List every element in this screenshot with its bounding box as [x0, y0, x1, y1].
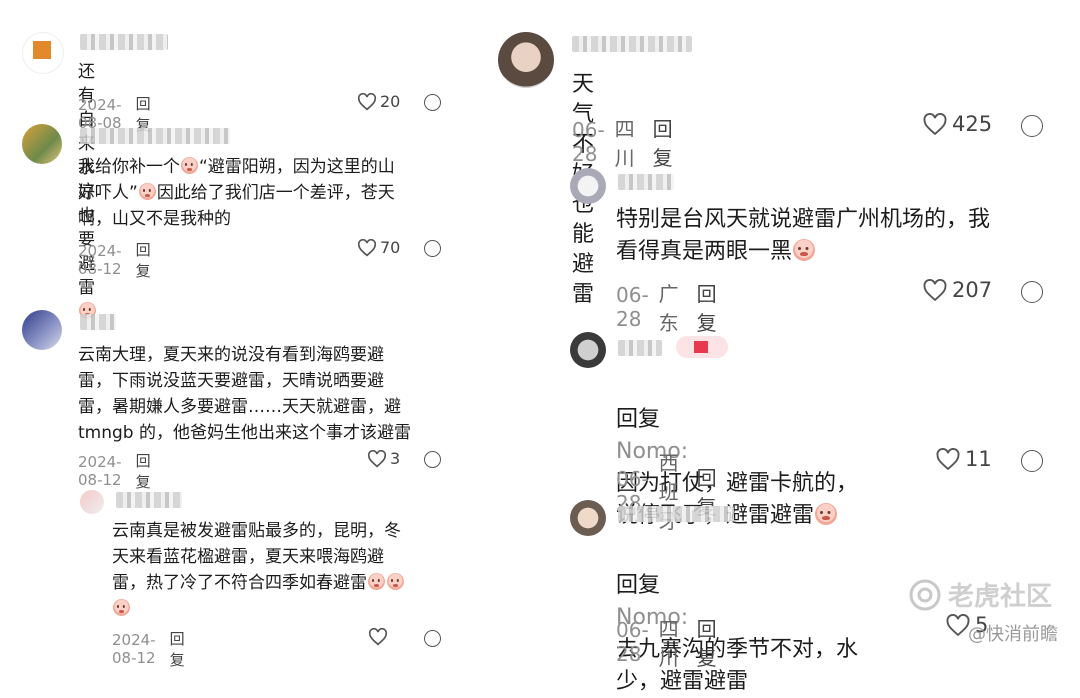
- avatar[interactable]: [498, 32, 554, 88]
- reply-prefix: 回复: [616, 573, 661, 598]
- comment-text-body: 云南真是被发避雷贴最多的，昆明，冬 天来看蓝花楹避雷，夏天来喂海鸥避 雷，热了冷…: [112, 521, 401, 593]
- watermark-brand: 老虎社区: [948, 582, 1053, 612]
- comment-meta: 06-28 四川 回复: [616, 613, 717, 671]
- like-button[interactable]: 3: [367, 449, 400, 468]
- avatar[interactable]: [570, 168, 606, 204]
- crying-emoji-icon: [815, 502, 838, 525]
- like-count: 207: [952, 278, 993, 302]
- like-button[interactable]: 20: [357, 92, 400, 111]
- reply-button[interactable]: 回复: [697, 278, 717, 336]
- comment-meta: 2024-08-12 回复: [112, 628, 185, 670]
- comment-meta: 2024-08-12 回复: [78, 239, 151, 281]
- comment-date: 2024-08-08: [78, 96, 122, 132]
- comment-date: 06-28: [572, 118, 605, 166]
- comment-text: 云南真是被发避雷贴最多的，昆明，冬 天来看蓝花楹避雷，夏天来喂海鸥避 雷，热了冷…: [112, 518, 452, 622]
- heart-icon: [368, 628, 388, 646]
- username-blurred[interactable]: [618, 174, 674, 190]
- like-count: 3: [390, 449, 401, 468]
- avatar[interactable]: [22, 32, 64, 74]
- like-button[interactable]: [368, 628, 388, 646]
- tiger-logo-icon: [909, 579, 941, 610]
- avatar[interactable]: [22, 310, 62, 350]
- dislike-icon[interactable]: [424, 451, 441, 468]
- comment-date: 2024-08-12: [112, 631, 156, 667]
- like-count: 70: [380, 238, 401, 257]
- crying-emoji-icon: [387, 573, 404, 591]
- comment-text: 我给你补一个 “避雷阳朔，因为这里的山 好吓人” 因此给了我们店一个差评，苍天 啊，…: [78, 154, 448, 232]
- user-badge: [676, 336, 728, 358]
- crying-emoji-icon: [138, 183, 156, 201]
- like-button[interactable]: 11: [935, 447, 992, 471]
- dislike-icon[interactable]: [424, 94, 441, 111]
- comment-meta: 06-28 四川 回复: [572, 113, 673, 171]
- username-blurred[interactable]: [80, 128, 230, 144]
- comment-region: 四川: [658, 617, 679, 670]
- dislike-icon[interactable]: [1021, 450, 1043, 472]
- avatar[interactable]: [22, 124, 62, 164]
- comment-text-a: 我给你补一个: [78, 157, 180, 177]
- username-blurred[interactable]: [80, 34, 168, 50]
- heart-icon: [357, 92, 377, 110]
- heart-icon: [936, 447, 960, 470]
- username-blurred[interactable]: [572, 36, 692, 52]
- username-blurred[interactable]: [80, 314, 116, 330]
- comment-meta: 2024-08-12 回复: [78, 450, 151, 492]
- username-blurred[interactable]: [618, 506, 734, 522]
- comment-date: 06-28: [616, 618, 649, 666]
- dislike-icon[interactable]: [1021, 281, 1043, 303]
- reply-button[interactable]: 回复: [136, 450, 151, 492]
- crying-emoji-icon: [368, 573, 385, 591]
- comment-text: 云南大理，夏天来的说没有看到海鸥要避 雷，下雨说没蓝天要避雷，天晴说晒要避 雷，…: [78, 345, 411, 443]
- dislike-icon[interactable]: [1021, 115, 1043, 137]
- heart-icon: [923, 112, 947, 135]
- username-blurred[interactable]: [116, 492, 182, 508]
- like-count: 20: [380, 92, 401, 111]
- comment-date: 2024-08-12: [78, 242, 122, 278]
- username-blurred[interactable]: [618, 340, 662, 356]
- comment-text: 特别是台风天就说避雷广州机场的，我 看得真是两眼一黑: [616, 204, 1056, 268]
- like-count: 425: [952, 112, 993, 136]
- crying-emoji-icon: [793, 238, 816, 261]
- crying-emoji-icon: [181, 157, 198, 175]
- watermark-handle: @快消前瞻: [968, 624, 1058, 645]
- comment-meta: 06-28 广东 回复: [616, 278, 717, 336]
- crying-emoji-icon: [113, 599, 130, 617]
- dislike-icon[interactable]: [424, 240, 441, 257]
- comment-date: 06-28: [616, 283, 649, 331]
- like-button[interactable]: 70: [357, 238, 400, 257]
- like-button[interactable]: 207: [922, 278, 992, 302]
- avatar[interactable]: [570, 332, 606, 368]
- like-count: 11: [965, 447, 992, 471]
- reply-button[interactable]: 回复: [136, 239, 151, 281]
- reply-button[interactable]: 回复: [170, 628, 185, 670]
- reply-button[interactable]: 回复: [697, 613, 717, 671]
- comment-text-b: 少，避雷避雷: [616, 669, 749, 694]
- heart-icon: [357, 238, 377, 256]
- dislike-icon[interactable]: [424, 630, 441, 647]
- comment-date: 2024-08-12: [78, 453, 122, 489]
- like-button[interactable]: 425: [922, 112, 992, 136]
- reply-prefix: 回复: [616, 407, 661, 432]
- comment-region: 四川: [614, 117, 635, 170]
- avatar[interactable]: [570, 500, 606, 536]
- reply-button[interactable]: 回复: [653, 113, 673, 171]
- heart-icon: [923, 278, 947, 301]
- watermark-logo: 老虎社区: [908, 576, 1052, 613]
- heart-icon: [367, 449, 387, 467]
- comment-region: 广东: [658, 282, 679, 335]
- avatar[interactable]: [80, 490, 104, 514]
